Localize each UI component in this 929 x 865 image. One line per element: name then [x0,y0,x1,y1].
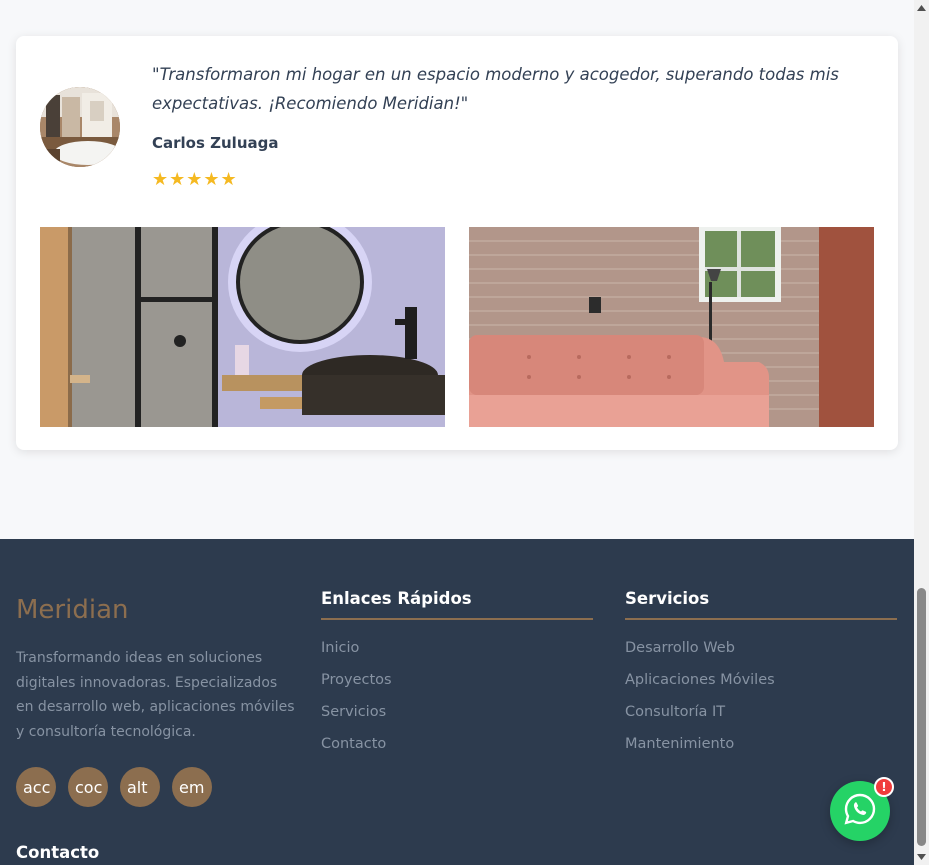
scroll-down-arrow-icon[interactable] [914,849,929,865]
footer-link-proyectos[interactable]: Proyectos [321,672,593,704]
testimonial-card: "Transformaron mi hogar en un espacio mo… [16,36,898,450]
service-link-it[interactable]: Consultoría IT [625,704,897,736]
footer-link-servicios[interactable]: Servicios [321,704,593,736]
whatsapp-icon [843,792,877,830]
whatsapp-notification-badge: ! [874,777,894,797]
bathroom-photo [40,227,445,427]
social-links: acc coc alt em [16,767,212,807]
social-link[interactable]: acc [16,767,56,807]
site-footer: Meridian Transformando ideas en solucion… [0,539,914,865]
social-link[interactable]: em [172,767,212,807]
contact-title: Contacto [16,843,100,862]
quick-links-title: Enlaces Rápidos [321,589,593,620]
service-link-maintenance[interactable]: Mantenimiento [625,736,897,768]
page-scrollbar[interactable] [914,0,929,865]
social-link[interactable]: alt [120,767,160,807]
testimonial-author: Carlos Zuluaga [152,134,279,152]
service-link-web[interactable]: Desarrollo Web [625,640,897,672]
services-column: Servicios Desarrollo Web Aplicaciones Mó… [625,589,897,768]
scrollbar-thumb[interactable] [917,588,926,846]
footer-link-inicio[interactable]: Inicio [321,640,593,672]
living-room-photo [469,227,874,427]
services-title: Servicios [625,589,897,620]
quick-links-column: Enlaces Rápidos Inicio Proyectos Servici… [321,589,593,768]
scroll-up-arrow-icon[interactable] [914,0,929,16]
footer-link-contacto[interactable]: Contacto [321,736,593,768]
social-link[interactable]: coc [68,767,108,807]
customer-avatar [40,87,120,167]
service-link-mobile[interactable]: Aplicaciones Móviles [625,672,897,704]
footer-about: Transformando ideas en soluciones digita… [16,650,295,740]
footer-brand[interactable]: Meridian [16,595,128,625]
page-viewport: "Transformaron mi hogar en un espacio mo… [0,0,914,865]
rating-stars: ★★★★★ [152,169,238,190]
testimonial-quote: "Transformaron mi hogar en un espacio mo… [152,65,839,113]
